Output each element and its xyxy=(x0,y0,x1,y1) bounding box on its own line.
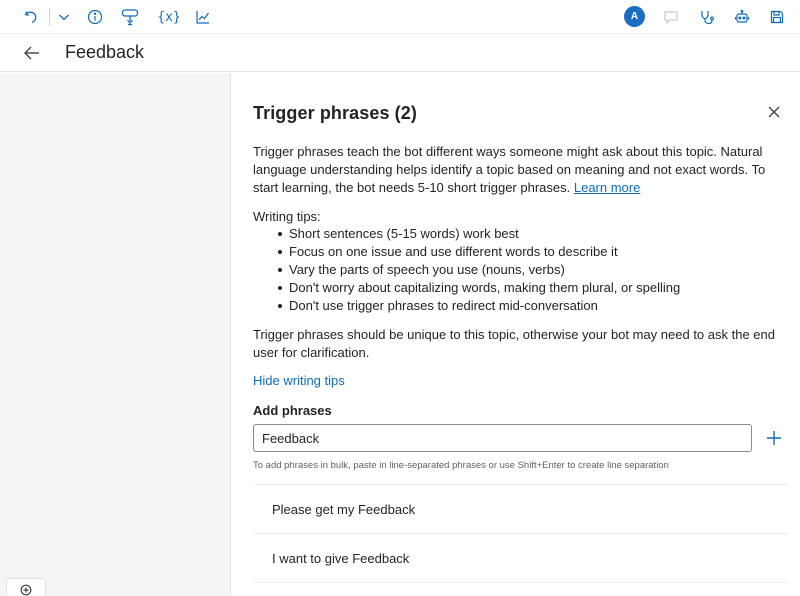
avatar[interactable]: A xyxy=(624,6,645,27)
arrow-left-icon xyxy=(24,46,39,60)
tip-item: Don't worry about capitalizing words, ma… xyxy=(253,279,788,297)
chevron-down-icon[interactable] xyxy=(51,4,77,30)
topic-header: Feedback xyxy=(0,34,800,72)
info-icon[interactable] xyxy=(82,4,108,30)
variables-icon[interactable]: {x} xyxy=(154,4,184,30)
trigger-phrases-panel: Trigger phrases (2) Trigger phrases teac… xyxy=(232,73,800,596)
add-phrases-label: Add phrases xyxy=(253,403,332,418)
writing-tips-list: Short sentences (5-15 words) work best F… xyxy=(253,225,788,315)
add-phrase-button[interactable] xyxy=(763,427,785,449)
close-icon xyxy=(768,106,780,118)
add-phrase-input[interactable] xyxy=(253,424,752,452)
plus-icon xyxy=(767,431,781,445)
list-item[interactable]: I want to give Feedback xyxy=(253,534,788,583)
uniqueness-note: Trigger phrases should be unique to this… xyxy=(253,327,775,360)
trigger-icon[interactable] xyxy=(117,4,143,30)
analytics-icon[interactable] xyxy=(190,4,216,30)
description-text: Trigger phrases teach the bot different … xyxy=(253,144,766,195)
authoring-canvas[interactable] xyxy=(0,73,231,596)
stethoscope-icon[interactable] xyxy=(694,4,720,30)
toolbar-divider xyxy=(49,8,50,26)
zoom-in-button[interactable] xyxy=(6,578,46,596)
list-item[interactable]: Please get my Feedback xyxy=(253,485,788,534)
back-button[interactable] xyxy=(20,42,44,64)
comment-icon[interactable] xyxy=(658,4,684,30)
save-icon[interactable] xyxy=(764,4,790,30)
learn-more-link[interactable]: Learn more xyxy=(574,180,640,195)
undo-icon[interactable] xyxy=(18,4,44,30)
hide-writing-tips-link[interactable]: Hide writing tips xyxy=(253,373,345,388)
bulk-add-helper-text: To add phrases in bulk, paste in line-se… xyxy=(253,460,669,471)
trigger-phrase-list: Please get my Feedback I want to give Fe… xyxy=(253,484,788,583)
panel-description: Trigger phrases teach the bot different … xyxy=(253,143,788,197)
close-button[interactable] xyxy=(764,102,784,122)
tip-item: Vary the parts of speech you use (nouns,… xyxy=(253,261,788,279)
page-title: Feedback xyxy=(65,42,145,62)
tip-item: Focus on one issue and use different wor… xyxy=(253,243,788,261)
tip-item: Short sentences (5-15 words) work best xyxy=(253,225,788,243)
writing-tips-label: Writing tips: xyxy=(253,209,321,224)
top-toolbar: {x} A xyxy=(0,0,800,34)
bot-icon[interactable] xyxy=(729,4,755,30)
zoom-in-icon xyxy=(20,584,32,596)
panel-title: Trigger phrases (2) xyxy=(253,103,417,123)
phrase-text: I want to give Feedback xyxy=(272,550,410,566)
tip-item: Don't use trigger phrases to redirect mi… xyxy=(253,297,788,315)
phrase-text: Please get my Feedback xyxy=(272,501,416,517)
